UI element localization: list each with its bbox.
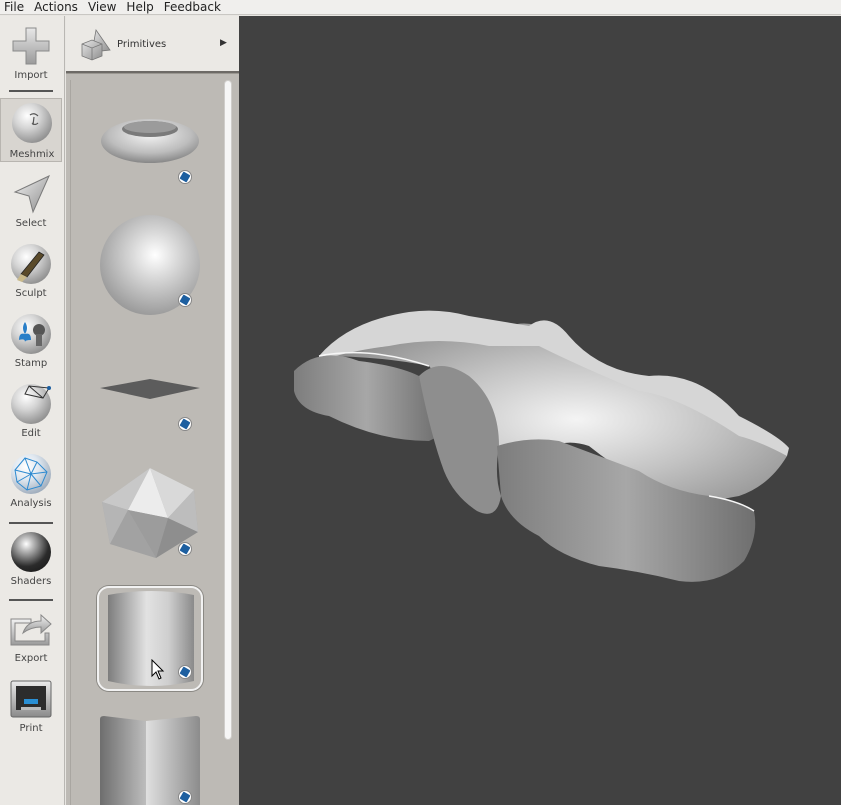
tool-print[interactable]: Print <box>0 677 62 739</box>
tool-sidebar: Import Meshmix Select Sculpt Stamp Edit … <box>0 16 65 805</box>
tool-analysis-label: Analysis <box>10 498 52 509</box>
cube-badge-icon <box>178 170 192 184</box>
tool-export-label: Export <box>14 653 48 664</box>
cube-badge-icon <box>178 417 192 431</box>
primitive-cube[interactable] <box>98 715 202 805</box>
tool-export[interactable]: Export <box>0 607 62 669</box>
primitive-plane[interactable] <box>98 375 202 435</box>
menu-actions[interactable]: Actions <box>29 0 83 14</box>
tool-stamp-label: Stamp <box>14 358 48 369</box>
tool-select-label: Select <box>15 218 47 229</box>
menu-file[interactable]: File <box>0 0 29 14</box>
shader-ball-icon <box>11 532 51 572</box>
tool-meshmix[interactable]: Meshmix <box>0 98 62 162</box>
primitive-icosahedron[interactable] <box>98 466 202 560</box>
tool-edit[interactable]: Edit <box>0 380 62 442</box>
cube-badge-icon <box>178 790 192 804</box>
tool-stamp[interactable]: Stamp <box>0 310 62 372</box>
tool-analysis[interactable]: Analysis <box>0 450 62 512</box>
tool-shaders-label: Shaders <box>10 576 52 587</box>
toolbar-divider <box>9 522 53 524</box>
primitive-sphere[interactable] <box>98 215 202 315</box>
plus-icon <box>12 27 50 65</box>
fleur-de-lis-icon <box>19 322 45 346</box>
primitive-torus[interactable] <box>98 113 202 188</box>
printer-icon <box>10 680 52 718</box>
menu-bar: File Actions View Help Feedback <box>0 0 841 15</box>
panel-header-divider <box>66 71 239 73</box>
tool-print-label: Print <box>19 723 43 734</box>
mouse-cursor-icon <box>151 659 165 680</box>
menu-feedback[interactable]: Feedback <box>159 0 226 14</box>
cube-badge-icon <box>178 293 192 307</box>
tool-sculpt[interactable]: Sculpt <box>0 240 62 302</box>
brush-handle-icon <box>17 251 45 282</box>
cube-badge-icon <box>178 542 192 556</box>
3d-viewport[interactable] <box>239 16 841 805</box>
panel-header[interactable]: Primitives ▶ <box>66 16 239 74</box>
toolbar-divider <box>9 599 53 601</box>
cursor-arrow-icon <box>13 174 51 214</box>
face-outline-icon <box>29 113 39 126</box>
plane-icon <box>100 379 200 399</box>
export-icon <box>10 613 52 646</box>
primitives-list <box>70 80 234 805</box>
primitive-cylinder[interactable] <box>97 586 203 691</box>
expand-arrow-icon[interactable]: ▶ <box>220 38 227 48</box>
tool-select[interactable]: Select <box>0 170 62 232</box>
torus-icon <box>101 119 199 163</box>
analysis-mesh-icon <box>14 457 48 491</box>
tool-shaders[interactable]: Shaders <box>0 528 62 590</box>
edit-mesh-icon <box>24 385 51 399</box>
cube-badge-icon <box>178 665 192 679</box>
tool-import[interactable]: Import <box>0 24 62 86</box>
tool-edit-label: Edit <box>21 428 41 439</box>
primitives-icon <box>81 28 111 61</box>
sculpted-mesh-model[interactable] <box>239 16 841 805</box>
tool-meshmix-label: Meshmix <box>9 149 55 160</box>
tool-import-label: Import <box>14 70 48 81</box>
tool-sculpt-label: Sculpt <box>15 288 47 299</box>
menu-view[interactable]: View <box>83 0 121 14</box>
panel-scrollbar[interactable] <box>224 80 232 740</box>
menu-help[interactable]: Help <box>121 0 158 14</box>
toolbar-divider <box>9 90 53 92</box>
panel-title: Primitives <box>117 39 167 50</box>
